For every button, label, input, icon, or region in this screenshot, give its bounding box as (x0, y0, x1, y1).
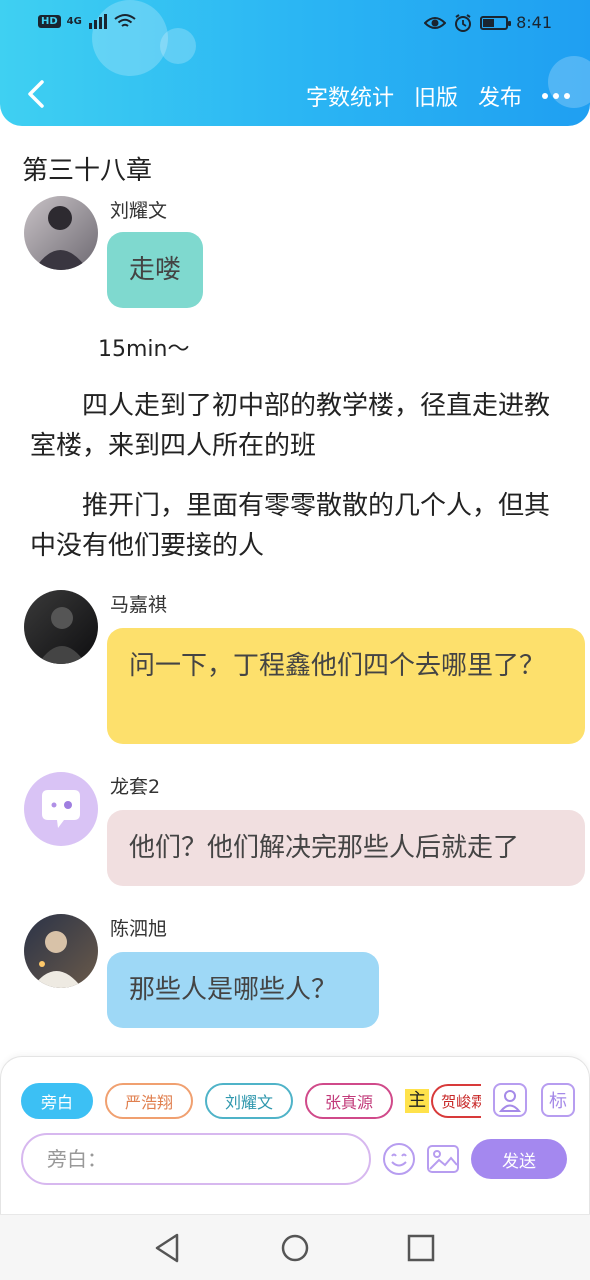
speaker-name: 刘耀文 (110, 200, 168, 222)
role-chip[interactable]: 刘耀文 (205, 1083, 294, 1119)
emoji-icon[interactable] (381, 1141, 417, 1177)
app-header: HD 4G 8:41 字数统计 旧版 发布 (0, 0, 590, 126)
more-button[interactable] (542, 84, 570, 108)
role-chip[interactable]: 张真源 (305, 1083, 394, 1119)
network-badge: 4G (66, 15, 82, 27)
wifi-icon (114, 14, 136, 27)
more-dot (564, 93, 570, 99)
role-chip-label: 张真源 (325, 1093, 374, 1112)
composer-panel: 旁白 严浩翔 刘耀文 张真源 主 贺峻霖 标 旁白： 发送 (0, 1056, 590, 1216)
role-chip-label: 刘耀文 (225, 1093, 274, 1112)
add-character-button[interactable] (493, 1083, 527, 1117)
avatar[interactable] (24, 196, 98, 270)
speaker-name: 陈泗旭 (110, 918, 168, 940)
mark-button[interactable]: 标 (541, 1083, 575, 1117)
message-bubble[interactable]: 问一下，丁程鑫他们四个去哪里了？ (107, 628, 585, 744)
narration-text[interactable]: 四人走到了初中部的教学楼，径直走进教室楼，来到四人所在的班 (30, 386, 550, 466)
status-left: HD 4G (38, 13, 136, 29)
back-button[interactable] (18, 76, 54, 112)
more-dot (542, 93, 548, 99)
role-chip-narrator[interactable]: 旁白 (21, 1083, 94, 1119)
battery-fill (483, 18, 495, 27)
chevron-left-icon (28, 80, 44, 108)
battery-icon (480, 15, 512, 30)
clock-time: 8:41 (516, 13, 552, 32)
role-chip[interactable]: 严浩翔 (105, 1083, 194, 1119)
avatar[interactable] (24, 772, 98, 846)
avatar-image (34, 206, 88, 270)
message-input[interactable]: 旁白： (21, 1133, 371, 1185)
nav-home-icon[interactable] (278, 1231, 312, 1265)
status-bar: HD 4G 8:41 (0, 0, 590, 50)
person-icon (499, 1090, 521, 1112)
role-chip[interactable]: 贺峻霖 (431, 1084, 482, 1118)
speaker-name: 马嘉祺 (110, 594, 168, 616)
message-bubble[interactable]: 他们？他们解决完那些人后就走了 (107, 810, 585, 886)
speaker-name: 龙套2 (110, 776, 161, 798)
hd-badge: HD (38, 14, 61, 28)
avatar-image (32, 931, 82, 988)
role-chip-partial-wrapper: 主 贺峻霖 (405, 1083, 482, 1119)
role-chip-label: 旁白 (41, 1093, 74, 1112)
screen: HD 4G 8:41 字数统计 旧版 发布 第三十八章 刘耀文 走喽 15min… (0, 0, 590, 1280)
eye-icon (424, 16, 447, 29)
toolbar-actions: 字数统计 旧版 发布 (306, 80, 570, 112)
nav-recents-icon[interactable] (404, 1231, 438, 1265)
nav-back-icon[interactable] (150, 1231, 184, 1265)
narration-text[interactable]: 15min～ (98, 330, 590, 370)
role-chip-label: 贺峻霖 (441, 1092, 482, 1111)
chat-bubble-icon (42, 790, 80, 828)
old-version-button[interactable]: 旧版 (414, 80, 458, 112)
toolbar: 字数统计 旧版 发布 (0, 70, 590, 120)
role-chip-label: 严浩翔 (125, 1093, 174, 1112)
alarm-icon (455, 13, 472, 32)
chapter-title[interactable]: 第三十八章 (22, 150, 152, 187)
send-button[interactable]: 发送 (471, 1139, 567, 1179)
avatar-image (38, 607, 86, 664)
word-count-button[interactable]: 字数统计 (306, 80, 394, 112)
message-bubble[interactable]: 那些人是哪些人？ (107, 952, 379, 1028)
main-role-tag: 主 (405, 1089, 430, 1113)
signal-icon (88, 14, 107, 29)
avatar[interactable] (24, 590, 98, 664)
status-right: 8:41 (424, 13, 552, 32)
publish-button[interactable]: 发布 (478, 80, 522, 112)
role-selector: 旁白 严浩翔 刘耀文 张真源 主 贺峻霖 (21, 1083, 482, 1119)
message-bubble[interactable]: 走喽 (107, 232, 204, 308)
more-dot (553, 93, 559, 99)
mark-label: 标 (549, 1091, 567, 1112)
image-icon[interactable] (425, 1141, 461, 1177)
avatar[interactable] (24, 914, 98, 988)
narration-text[interactable]: 推开门，里面有零零散散的几个人，但其中没有他们要接的人 (30, 486, 550, 566)
system-nav-bar (0, 1214, 590, 1280)
